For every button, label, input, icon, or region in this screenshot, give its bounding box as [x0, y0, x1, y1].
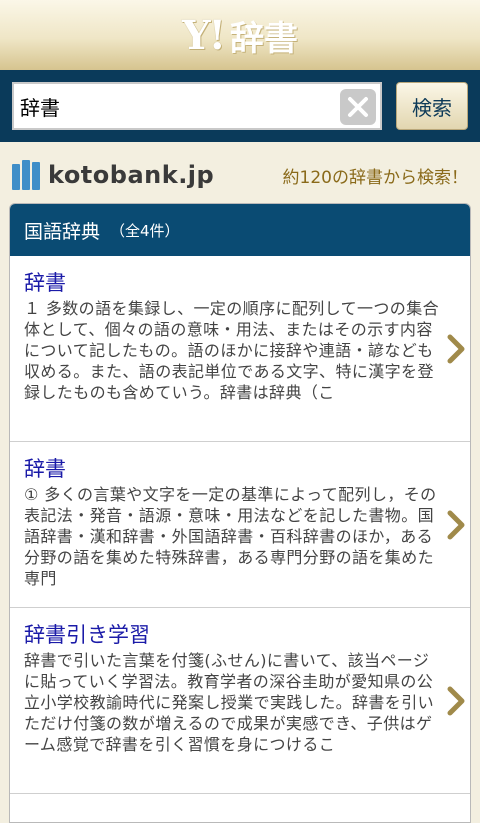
- logo-yahoo-mark: Y!: [181, 11, 226, 59]
- chevron-right-icon: [446, 683, 466, 719]
- kotobank-tagline: 約120の辞書から検索！: [282, 167, 468, 188]
- result-snippet: ① 多くの言葉や文字を一定の基準によって配列し，その表記法・発音・語源・意味・用…: [24, 485, 437, 588]
- app-header: Y! 辞書: [0, 0, 480, 70]
- close-icon: [348, 97, 368, 117]
- books-icon: [12, 160, 42, 190]
- results-panel: 国語辞典 （全4件） 辞書 １ 多数の語を集録し、一定の順序に配列して一つの集合…: [9, 203, 471, 823]
- result-title[interactable]: 辞書: [24, 268, 440, 298]
- search-input[interactable]: [14, 84, 334, 128]
- result-snippet: 辞書で引いた言葉を付箋(ふせん)に書いて、該当ページに貼っていく学習法。教育学者…: [24, 651, 435, 754]
- result-title[interactable]: 辞書: [24, 454, 440, 484]
- logo-jisho-text: 辞書: [230, 18, 299, 59]
- section-count: （全4件）: [110, 221, 180, 240]
- kotobank-name: kotobank.jp: [48, 161, 215, 189]
- section-title: 国語辞典: [24, 220, 101, 243]
- search-bar: 検索: [0, 70, 480, 142]
- section-header: 国語辞典 （全4件）: [10, 204, 470, 256]
- result-item[interactable]: 辞書 １ 多数の語を集録し、一定の順序に配列して一つの集合体として、個々の語の意…: [10, 256, 470, 442]
- search-field: [12, 82, 382, 130]
- brand-row: kotobank.jp 約120の辞書から検索！: [0, 142, 480, 208]
- result-snippet: １ 多数の語を集録し、一定の順序に配列して一つの集合体として、個々の語の意味・用…: [24, 299, 440, 402]
- search-button[interactable]: 検索: [396, 82, 468, 130]
- result-title[interactable]: 辞書引き学習: [24, 620, 440, 650]
- clear-button[interactable]: [340, 89, 376, 125]
- chevron-right-icon: [446, 507, 466, 543]
- result-item[interactable]: 辞書 ① 多くの言葉や文字を一定の基準によって配列し，その表記法・発音・語源・意…: [10, 442, 470, 608]
- result-item[interactable]: 辞書引き学習 辞書で引いた言葉を付箋(ふせん)に書いて、該当ページに貼っていく学…: [10, 608, 470, 794]
- yahoo-jisho-logo[interactable]: Y! 辞書: [182, 11, 298, 60]
- chevron-right-icon: [446, 331, 466, 367]
- kotobank-logo[interactable]: kotobank.jp: [12, 160, 214, 190]
